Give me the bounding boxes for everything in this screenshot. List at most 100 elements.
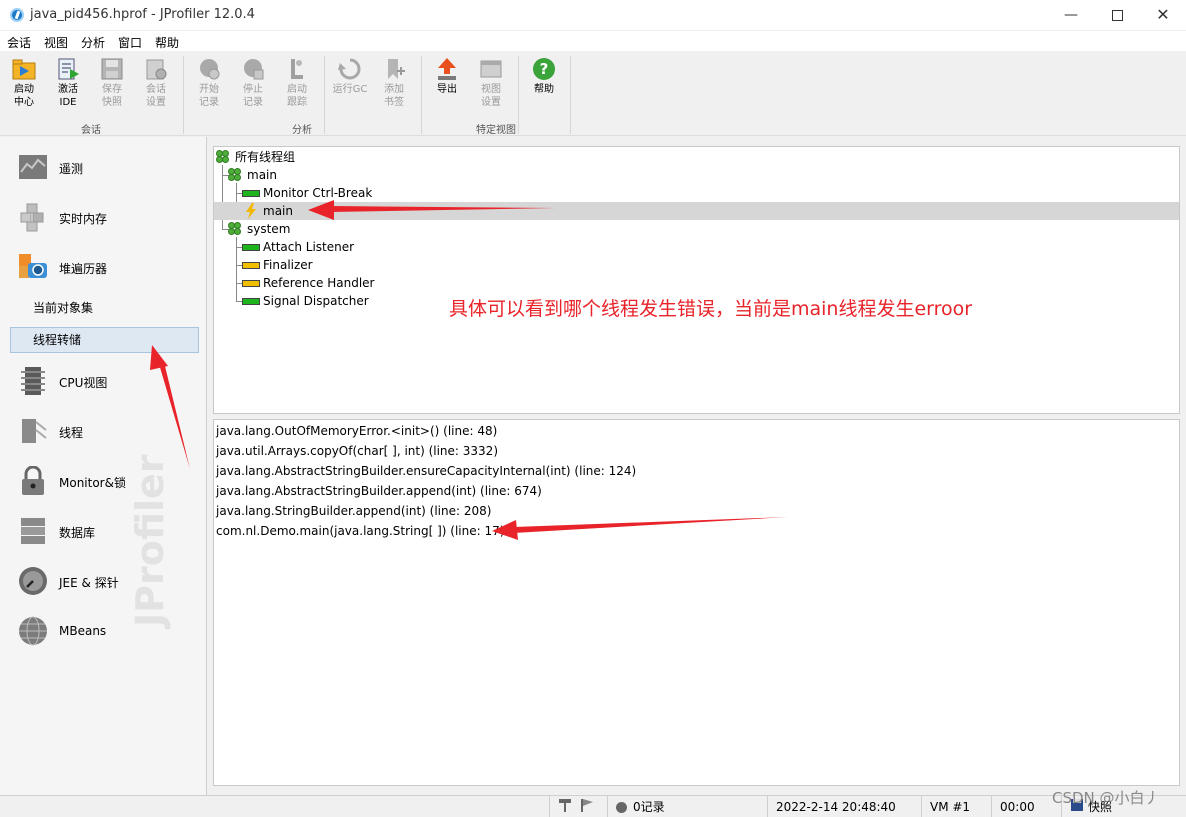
status-vm: VM #1 xyxy=(921,796,989,817)
menu-session[interactable]: 会话 xyxy=(7,34,31,51)
thread-group-icon xyxy=(228,168,242,182)
menu-help[interactable]: 帮助 xyxy=(155,34,179,51)
run-gc-icon xyxy=(338,57,362,81)
sidebar-item-jee-probes[interactable]: JEE & 探针 xyxy=(0,559,206,603)
sidebar-item-database[interactable]: 数据库 xyxy=(0,509,206,553)
thread-label: main xyxy=(263,204,293,218)
group-label-view-specific: 特定视图 xyxy=(476,125,516,136)
status-tools xyxy=(549,796,607,817)
minimize-button[interactable]: — xyxy=(1048,0,1094,30)
jee-probes-icon xyxy=(18,566,48,596)
svg-text:?: ? xyxy=(540,60,549,78)
tb-label: 启动 xyxy=(14,84,34,95)
live-memory-icon xyxy=(18,202,48,232)
status-bar: 0记录 2022-2-14 20:48:40 VM #1 00:00 快照 xyxy=(0,795,1186,817)
hammer-icon[interactable] xyxy=(558,797,572,817)
sidebar-item-heap-walker[interactable]: 堆遍历器 xyxy=(0,245,206,289)
heap-walker-icon xyxy=(18,252,48,282)
title-bar: java_pid456.hprof - JProfiler 12.0.4 — ✕ xyxy=(0,0,1186,30)
recordings-count: 0记录 xyxy=(633,800,665,814)
tb-label: 运行GC xyxy=(332,84,368,95)
stop-recording-button[interactable]: 停止 记录 xyxy=(232,57,274,109)
flag-icon[interactable] xyxy=(580,797,594,817)
start-recording-button[interactable]: 开始 记录 xyxy=(188,57,230,109)
activate-ide-button[interactable]: 激活 IDE xyxy=(47,57,89,109)
sidebar-item-live-memory[interactable]: 实时内存 xyxy=(0,195,206,239)
stack-frame[interactable]: java.lang.AbstractStringBuilder.ensureCa… xyxy=(216,462,636,480)
start-center-button[interactable]: 启动 中心 xyxy=(3,57,45,109)
menu-bar: 会话 视图 分析 窗口 帮助 xyxy=(0,31,1186,51)
menu-view[interactable]: 视图 xyxy=(44,34,68,51)
thread-row-selected[interactable]: main xyxy=(214,202,1179,220)
sidebar-item-label: JEE & 探针 xyxy=(59,576,119,590)
tb-label: 启动 xyxy=(287,84,307,95)
stack-frame[interactable]: java.util.Arrays.copyOf(char[ ], int) (l… xyxy=(216,442,498,460)
monitor-lock-icon xyxy=(18,465,48,496)
thread-group-main[interactable]: main xyxy=(228,166,277,184)
toolbar-separator xyxy=(421,56,422,134)
sidebar-item-label: 数据库 xyxy=(59,526,96,540)
thread-row[interactable]: Signal Dispatcher xyxy=(242,292,369,310)
tb-label: 中心 xyxy=(14,97,34,108)
export-icon xyxy=(435,57,459,81)
maximize-button[interactable] xyxy=(1094,0,1140,30)
csdn-watermark: CSDN @小白丿 xyxy=(1052,789,1160,807)
sidebar-item-monitor-lock[interactable]: Monitor&锁 xyxy=(0,459,206,503)
thread-state-running-icon xyxy=(242,298,260,305)
tb-label: 快照 xyxy=(102,97,122,108)
group-label-session: 会话 xyxy=(81,125,101,136)
tb-label: 记录 xyxy=(199,97,219,108)
help-button[interactable]: ? 帮助 xyxy=(523,57,565,96)
view-settings-button[interactable]: 视图 设置 xyxy=(470,57,512,109)
toolbar-separator xyxy=(518,56,519,134)
session-settings-button[interactable]: 会话 设置 xyxy=(135,57,177,109)
thread-tree-panel: 所有线程组 main Monitor Ctrl-Break main syste… xyxy=(213,146,1180,414)
activate-ide-icon xyxy=(56,57,80,81)
thread-row[interactable]: Attach Listener xyxy=(242,238,354,256)
export-button[interactable]: 导出 xyxy=(426,57,468,96)
thread-group-system[interactable]: system xyxy=(228,220,290,238)
tb-label: 保存 xyxy=(102,84,122,95)
thread-row[interactable]: Finalizer xyxy=(242,256,313,274)
sidebar-item-label: 实时内存 xyxy=(59,212,108,226)
jprofiler-logo-icon xyxy=(10,8,24,22)
stack-frame[interactable]: java.lang.OutOfMemoryError.<init>() (lin… xyxy=(216,422,497,440)
menu-window[interactable]: 窗口 xyxy=(118,34,142,51)
thread-label: Finalizer xyxy=(263,258,313,272)
add-bookmark-icon xyxy=(382,57,406,81)
thread-state-waiting-icon xyxy=(242,262,260,269)
thread-row[interactable]: Monitor Ctrl-Break xyxy=(242,184,372,202)
stack-trace-panel: java.lang.OutOfMemoryError.<init>() (lin… xyxy=(213,419,1180,786)
sidebar-item-label: Monitor&锁 xyxy=(59,476,126,490)
group-label-analyze: 分析 xyxy=(292,125,312,136)
view-settings-icon xyxy=(479,57,503,81)
thread-row[interactable]: Reference Handler xyxy=(242,274,375,292)
sidebar-item-cpu-view[interactable]: CPU视图 xyxy=(0,359,206,403)
start-tracking-icon xyxy=(285,57,309,81)
tb-label: IDE xyxy=(59,97,77,108)
sub-item-thread-dump[interactable]: 线程转储 xyxy=(10,327,199,353)
add-bookmark-button[interactable]: 添加 书签 xyxy=(373,57,415,109)
stack-frame[interactable]: com.nl.Demo.main(java.lang.String[ ]) (l… xyxy=(216,522,504,540)
sidebar-item-threads[interactable]: 线程 xyxy=(0,409,206,453)
thread-group-icon xyxy=(228,222,242,236)
tb-label: 记录 xyxy=(243,97,263,108)
tree-root[interactable]: 所有线程组 xyxy=(216,148,295,166)
close-button[interactable]: ✕ xyxy=(1140,0,1186,30)
thread-label: Signal Dispatcher xyxy=(263,294,369,308)
sidebar-item-telemetry[interactable]: 遥测 xyxy=(0,145,206,189)
toolbar: 启动 中心 激活 IDE 保存 快照 会话 设置 开始 记录 停止 记录 启动 … xyxy=(0,52,1186,136)
tb-label: 开始 xyxy=(199,84,219,95)
menu-analyze[interactable]: 分析 xyxy=(81,34,105,51)
start-tracking-button[interactable]: 启动 跟踪 xyxy=(276,57,318,109)
thread-label: Reference Handler xyxy=(263,276,375,290)
annotation-text: 具体可以看到哪个线程发生错误，当前是main线程发生erroor xyxy=(449,298,973,320)
sidebar-item-mbeans[interactable]: MBeans xyxy=(0,609,206,653)
stack-frame[interactable]: java.lang.StringBuilder.append(int) (lin… xyxy=(216,502,491,520)
sub-item-current-object-set[interactable]: 当前对象集 xyxy=(10,295,199,321)
run-gc-button[interactable]: 运行GC xyxy=(329,57,371,96)
cpu-view-icon xyxy=(18,366,48,396)
save-snapshot-button[interactable]: 保存 快照 xyxy=(91,57,133,109)
stack-frame[interactable]: java.lang.AbstractStringBuilder.append(i… xyxy=(216,482,542,500)
status-elapsed: 00:00 xyxy=(991,796,1059,817)
